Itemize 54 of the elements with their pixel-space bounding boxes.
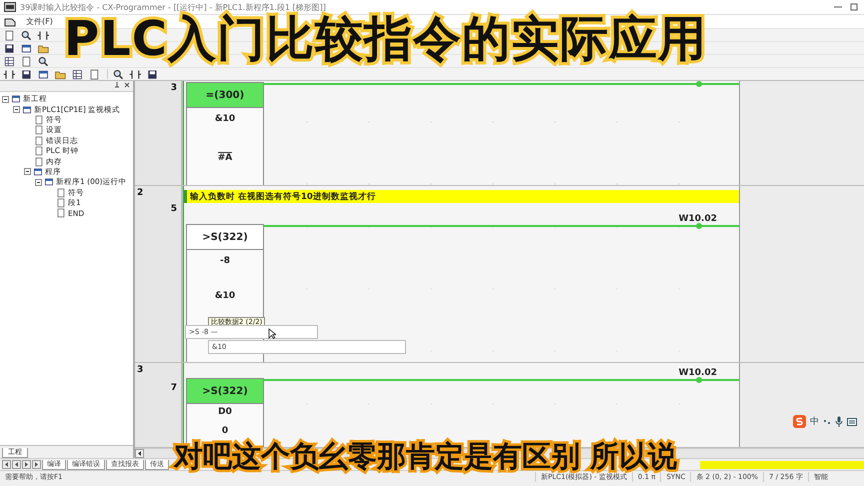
step-number: 5: [170, 204, 177, 214]
scroll-first-icon[interactable]: [2, 460, 11, 469]
operand: #A: [218, 152, 232, 163]
output-address: W10.02: [678, 368, 717, 378]
scroll-prev-icon[interactable]: [12, 460, 21, 469]
expander-icon[interactable]: [2, 96, 9, 103]
rung-number: 3: [137, 365, 144, 375]
operand: 0: [222, 426, 228, 436]
operand: D0: [218, 407, 232, 417]
step-number: 7: [170, 383, 177, 393]
scroll-left-icon[interactable]: [135, 449, 144, 458]
cursor-icon: [268, 328, 276, 339]
operand: &10: [214, 114, 236, 124]
document-icon: [34, 156, 44, 167]
document-icon: [56, 208, 66, 218]
keyboard-icon[interactable]: [847, 417, 857, 426]
video-title: PLC入门比较指令的实际应用: [64, 14, 707, 64]
instruction-header: >S(322): [187, 379, 263, 404]
operand: &10: [214, 291, 236, 301]
ime-language[interactable]: 中: [810, 415, 819, 428]
expander-icon[interactable]: [24, 168, 31, 176]
microphone-icon[interactable]: [835, 416, 843, 427]
expander-icon[interactable]: [35, 178, 42, 186]
window-icon: [33, 166, 43, 177]
maximize-icon[interactable]: [848, 2, 860, 12]
instruction-header: =(300): [187, 83, 263, 108]
contact-icon[interactable]: [37, 30, 52, 40]
expander-icon[interactable]: [13, 106, 20, 114]
output-address: W10.02: [678, 214, 717, 224]
app-icon: [4, 2, 16, 12]
document-icon: [34, 114, 44, 125]
rung-comment: 输入负数时 在视图选有符号10进制数监视才行: [184, 190, 739, 203]
step-number: 3: [170, 83, 177, 93]
document-icon: [56, 188, 66, 198]
contact-icon[interactable]: [3, 68, 18, 80]
menu-item[interactable]: 文件(F): [26, 16, 53, 27]
document-icon: [34, 146, 44, 156]
operand: -8: [220, 256, 230, 266]
window-icon: [44, 177, 54, 188]
window-icon: [11, 94, 21, 104]
document-icon: [56, 198, 66, 208]
subtitle: 对吧这个负幺零那肯定是有区别 所以说: [174, 440, 678, 473]
pin-icon[interactable]: [113, 81, 121, 89]
ime-logo-icon: [793, 415, 806, 428]
document-icon: [34, 125, 44, 136]
scroll-last-icon[interactable]: [32, 460, 41, 469]
window-title: 39课时输入比较指令 - CX-Programmer - [[运行中] - 新PLC1.新程序1.段1 [梯形图]]: [20, 2, 327, 12]
close-icon[interactable]: [123, 81, 131, 89]
window-icon: [22, 104, 32, 115]
contact-icon[interactable]: [129, 68, 144, 80]
instruction-header: >S(322): [187, 225, 263, 250]
scroll-next-icon[interactable]: [22, 460, 31, 469]
document-icon: [34, 136, 44, 146]
rung-number: 2: [137, 188, 144, 198]
